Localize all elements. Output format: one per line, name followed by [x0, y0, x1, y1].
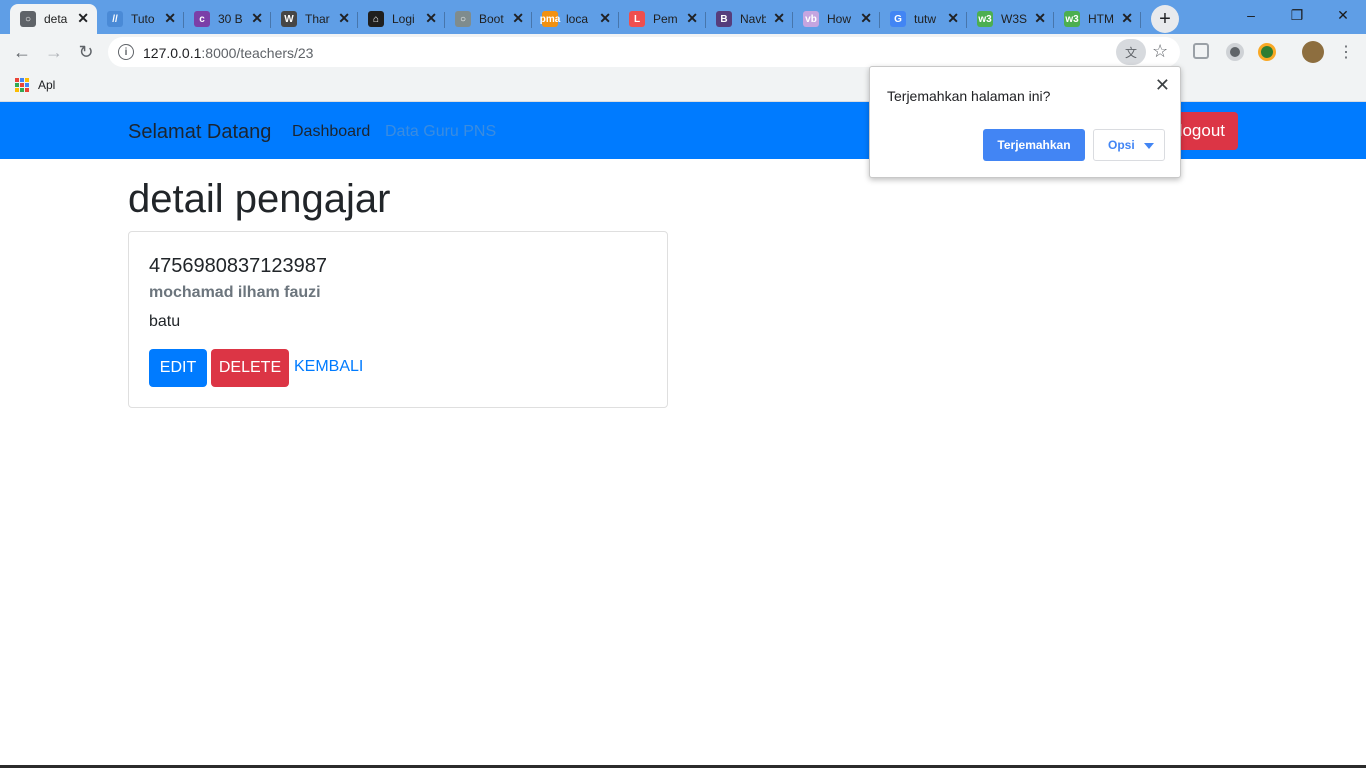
back-link[interactable]: KEMBALI [294, 358, 363, 376]
vb-icon: vb [803, 11, 819, 27]
new-tab-button[interactable]: + [1151, 5, 1179, 33]
apps-bookmark[interactable]: Apl [38, 78, 55, 92]
tab-close-icon[interactable]: ✕ [77, 11, 89, 25]
tab-title: Logi [392, 12, 415, 26]
browser-tab[interactable]: w3 W3S ✕ [967, 4, 1054, 34]
close-window-button[interactable]: ✕ [1320, 0, 1366, 30]
tab-close-icon[interactable]: ✕ [1121, 11, 1133, 25]
reload-icon[interactable]: ↻ [74, 40, 98, 64]
browser-tab[interactable]: vb How ✕ [793, 4, 880, 34]
teacher-address: batu [149, 313, 181, 330]
site-info-icon[interactable]: i [118, 44, 134, 60]
minimize-button[interactable]: – [1228, 0, 1274, 30]
tab-close-icon[interactable]: ✕ [860, 11, 872, 25]
tab-title: Navb [740, 12, 766, 26]
teacher-nip: 4756980837123987 [149, 255, 327, 277]
bootstrap-icon: B [716, 11, 732, 27]
tab-close-icon[interactable]: ✕ [164, 11, 176, 25]
apps-grid-icon[interactable] [15, 78, 29, 92]
browser-toolbar: ← → ↻ i 127.0.0.1:8000/teachers/23 文 ☆ ⋮ [0, 34, 1366, 70]
page-title: detail pengajar [128, 177, 391, 221]
tab-close-icon[interactable]: ✕ [686, 11, 698, 25]
tab-title: deta [44, 12, 68, 26]
forward-arrow-icon[interactable]: → [42, 40, 66, 64]
browser-tab-strip: ○ deta ✕//Tuto ✕ c 30 B ✕ W Thar ✕ ⌂ Logi ✕ ○ Boot ✕ pma… [0, 0, 1366, 34]
tab-close-icon[interactable]: ✕ [599, 11, 611, 25]
tab-title: loca [566, 12, 589, 26]
browser-tab[interactable]: // Tuto ✕ [97, 4, 184, 34]
idm-extension-icon[interactable] [1258, 43, 1276, 61]
restore-button[interactable]: ❐ [1274, 0, 1320, 30]
address-bar[interactable]: i 127.0.0.1:8000/teachers/23 文 ☆ [108, 37, 1180, 67]
profile-avatar[interactable] [1302, 41, 1324, 63]
globe-icon: ○ [20, 11, 36, 27]
nav-link-dashboard[interactable]: Dashboard [292, 123, 370, 141]
laravel-icon: L [629, 11, 645, 27]
tab-title: Boot [479, 12, 504, 26]
browser-tab[interactable]: B Navb ✕ [706, 4, 793, 34]
browser-tab[interactable]: L Pem ✕ [619, 4, 706, 34]
tab-close-icon[interactable]: ✕ [425, 11, 437, 25]
translate-question: Terjemahkan halaman ini? [887, 88, 1051, 104]
phpmyadmin-icon: pma [540, 11, 560, 27]
options-dropdown[interactable]: Opsi [1093, 129, 1165, 161]
tab-title: tutw [914, 12, 937, 26]
colorlib-icon: c [194, 11, 210, 27]
tab-close-icon[interactable]: ✕ [1034, 11, 1046, 25]
tab-title: Thar [305, 12, 330, 26]
home-icon: ⌂ [368, 11, 384, 27]
translate-button[interactable]: Terjemahkan [983, 129, 1085, 161]
tab-close-icon[interactable]: ✕ [251, 11, 263, 25]
tab-title: Pem [653, 12, 678, 26]
tab-close-icon[interactable]: ✕ [512, 11, 524, 25]
browser-tab[interactable]: Gtutw ✕ [880, 4, 967, 34]
delete-button[interactable]: DELETE [211, 349, 289, 387]
record-extension-icon[interactable] [1226, 43, 1244, 61]
back-arrow-icon[interactable]: ← [10, 40, 34, 64]
browser-tab[interactable]: ⌂ Logi ✕ [358, 4, 445, 34]
browser-tab[interactable]: pma loca ✕ [532, 4, 619, 34]
shield-extension-icon[interactable] [1193, 43, 1209, 59]
tab-title: W3S [1001, 12, 1027, 26]
google-icon: G [890, 11, 906, 27]
tab-close-icon[interactable]: ✕ [947, 11, 959, 25]
wordpress-code-icon: // [107, 11, 123, 27]
browser-tab[interactable]: ○ deta ✕ [10, 4, 97, 34]
tab-title: 30 B [218, 12, 243, 26]
tab-title: Tuto [131, 12, 155, 26]
wordpress-icon: W [281, 11, 297, 27]
tab-title: HTM [1088, 12, 1114, 26]
options-label: Opsi [1108, 138, 1135, 152]
nav-link-data-guru-pns[interactable]: Data Guru PNS [385, 123, 496, 141]
chrome-menu-icon[interactable]: ⋮ [1338, 42, 1354, 62]
caret-down-icon [1144, 143, 1154, 149]
translate-popup: Terjemahkan halaman ini? ✕ Terjemahkan O… [869, 66, 1181, 178]
browser-tab[interactable]: ○ Boot ✕ [445, 4, 532, 34]
browser-tab[interactable]: W Thar ✕ [271, 4, 358, 34]
tab-close-icon[interactable]: ✕ [338, 11, 350, 25]
browser-tab[interactable]: c 30 B ✕ [184, 4, 271, 34]
navbar-brand[interactable]: Selamat Datang [128, 121, 271, 144]
translate-icon[interactable]: 文 [1116, 39, 1146, 65]
tab-title: How [827, 12, 852, 26]
tab-close-icon[interactable]: ✕ [773, 11, 785, 25]
edit-button[interactable]: EDIT [149, 349, 207, 387]
teacher-name: mochamad ilham fauzi [149, 284, 321, 301]
browser-tab[interactable]: w3 HTM ✕ [1054, 4, 1141, 34]
bookmark-star-icon[interactable]: ☆ [1152, 41, 1168, 62]
w3schools-icon: w3 [977, 11, 993, 27]
globe-icon: ○ [455, 11, 471, 27]
teacher-detail-card: 4756980837123987 mochamad ilham fauzi ba… [128, 231, 668, 408]
w3schools-icon: w3 [1064, 11, 1080, 27]
tab-separator [1140, 12, 1141, 28]
close-icon[interactable]: ✕ [1155, 75, 1170, 96]
url-text: 127.0.0.1:8000/teachers/23 [143, 45, 314, 61]
